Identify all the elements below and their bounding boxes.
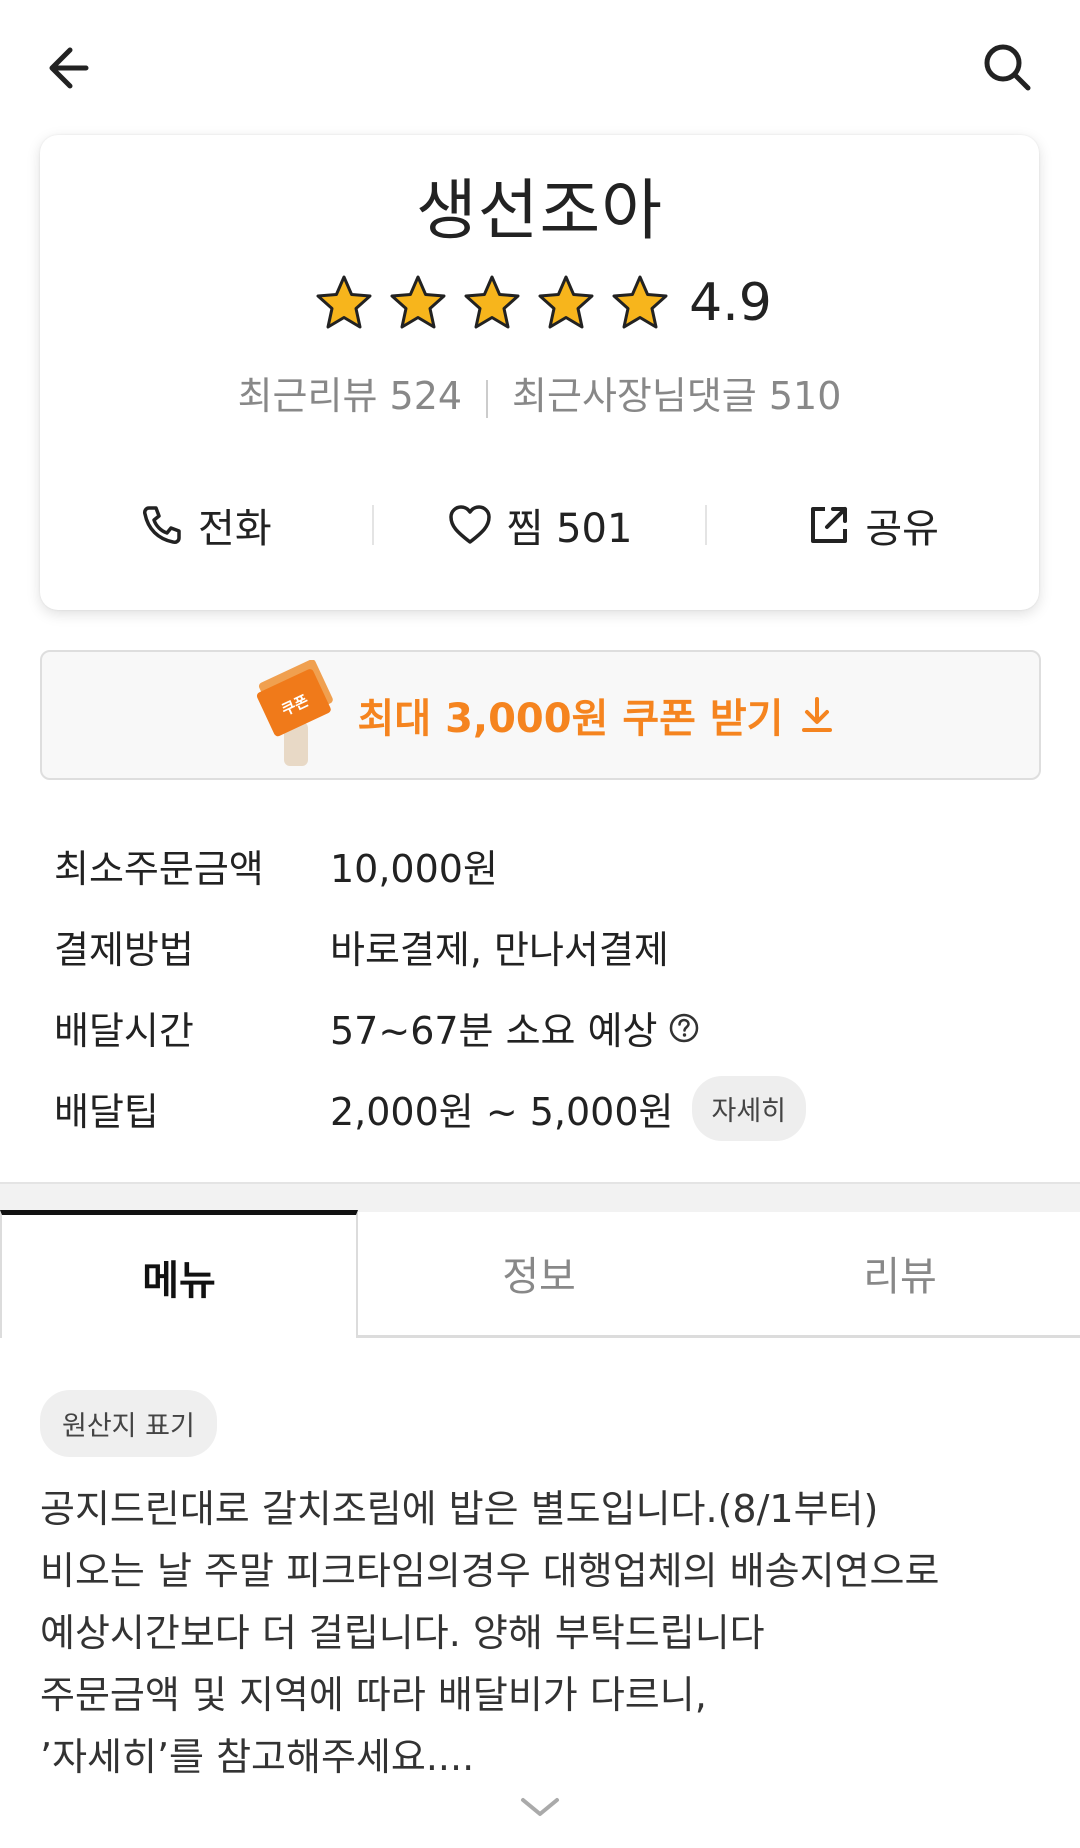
store-name: 생선조아 [416,172,663,249]
notice-line: 비오는 날 주말 피크타임의경우 대행업체의 배송지연으로 [40,1549,940,1593]
star-icon [538,275,594,329]
rating-row: 4.9 [40,263,1039,343]
tab-menu[interactable]: 메뉴 [0,1210,358,1338]
star-icon [612,275,668,329]
payment-value: 바로결제, 만나서결제 [330,928,669,972]
share-icon [811,507,848,543]
call-label: 전화 [198,506,272,552]
tab-bar: 메뉴 정보 리뷰 [0,1210,1080,1338]
owner-replies-count[interactable]: 최근사장님댓글 510 [512,374,841,418]
recent-reviews-count[interactable]: 최근리뷰 524 [238,374,462,418]
delivery-tip-label: 배달팁 [54,1090,159,1134]
help-icon[interactable] [668,1012,700,1044]
delivery-tip-detail-button[interactable]: 자세히 [691,1076,807,1141]
store-notice[interactable]: 공지드린대로 갈치조림에 밥은 별도입니다.(8/1부터) 비오는 날 주말 피… [40,1478,1040,1788]
divider [486,379,489,418]
delivery-tip-value: 2,000원 ~ 5,000원 [330,1090,674,1134]
tab-review[interactable]: 리뷰 [720,1210,1080,1338]
search-icon[interactable] [978,38,1038,98]
back-arrow-icon[interactable] [42,38,102,98]
rating-value: 4.9 [689,273,772,333]
delivery-time-row: 배달시간 57~67분 소요 예상 [54,987,1034,1068]
delivery-tip-row: 배달팁 2,000원 ~ 5,000원 자세히 [54,1068,1034,1149]
share-label: 공유 [865,506,939,552]
coupon-button[interactable]: 쿠폰 최대 3,000원 쿠폰 받기 [40,650,1041,780]
chevron-down-icon[interactable] [515,1792,565,1822]
notice-line: 예상시간보다 더 걸립니다. 양해 부탁드립니다 [40,1611,765,1655]
tab-info[interactable]: 정보 [358,1210,720,1338]
min-order-row: 최소주문금액 10,000원 [54,825,1034,906]
share-button[interactable]: 공유 [707,485,1039,565]
notice-line: 공지드린대로 갈치조림에 밥은 별도입니다.(8/1부터) [40,1487,879,1531]
min-order-label: 최소주문금액 [54,847,264,891]
star-icon [464,275,520,329]
coupon-label: 최대 3,000원 쿠폰 받기 [357,696,784,742]
call-button[interactable]: 전화 [40,485,372,565]
delivery-time-value: 57~67분 소요 예상 [330,1009,658,1053]
notice-line: 주문금액 및 지역에 따라 배달비가 다르니, [40,1673,707,1717]
star-icon [390,275,446,329]
like-label: 찜 501 [506,506,633,552]
download-icon [802,697,833,732]
origin-label-button[interactable]: 원산지 표기 [40,1390,217,1457]
like-button[interactable]: 찜 501 [374,485,706,565]
top-bar [0,0,1080,130]
store-card: 생선조아 4.9 최근리뷰 524 최근사장님댓글 510 전화 찜 501 공유 [40,135,1039,610]
review-counts[interactable]: 최근리뷰 524 최근사장님댓글 510 [40,365,1039,420]
heart-icon [448,505,491,544]
section-divider [0,1182,1080,1212]
store-actions: 전화 찜 501 공유 [40,485,1039,565]
store-info: 최소주문금액 10,000원 결제방법 바로결제, 만나서결제 배달시간 57~… [54,825,1034,1149]
payment-label: 결제방법 [54,928,194,972]
delivery-tip-value-group: 2,000원 ~ 5,000원 자세히 [330,1076,807,1141]
delivery-time-label: 배달시간 [54,1009,194,1053]
notice-line: ’자세히’를 참고해주세요.... [40,1735,475,1779]
payment-row: 결제방법 바로결제, 만나서결제 [54,906,1034,987]
min-order-value: 10,000원 [330,847,498,891]
phone-icon [143,506,181,544]
delivery-time-value-group: 57~67분 소요 예상 [330,1000,700,1055]
star-icon [316,275,372,329]
coupon-ticket-icon: 쿠폰 [256,660,333,766]
